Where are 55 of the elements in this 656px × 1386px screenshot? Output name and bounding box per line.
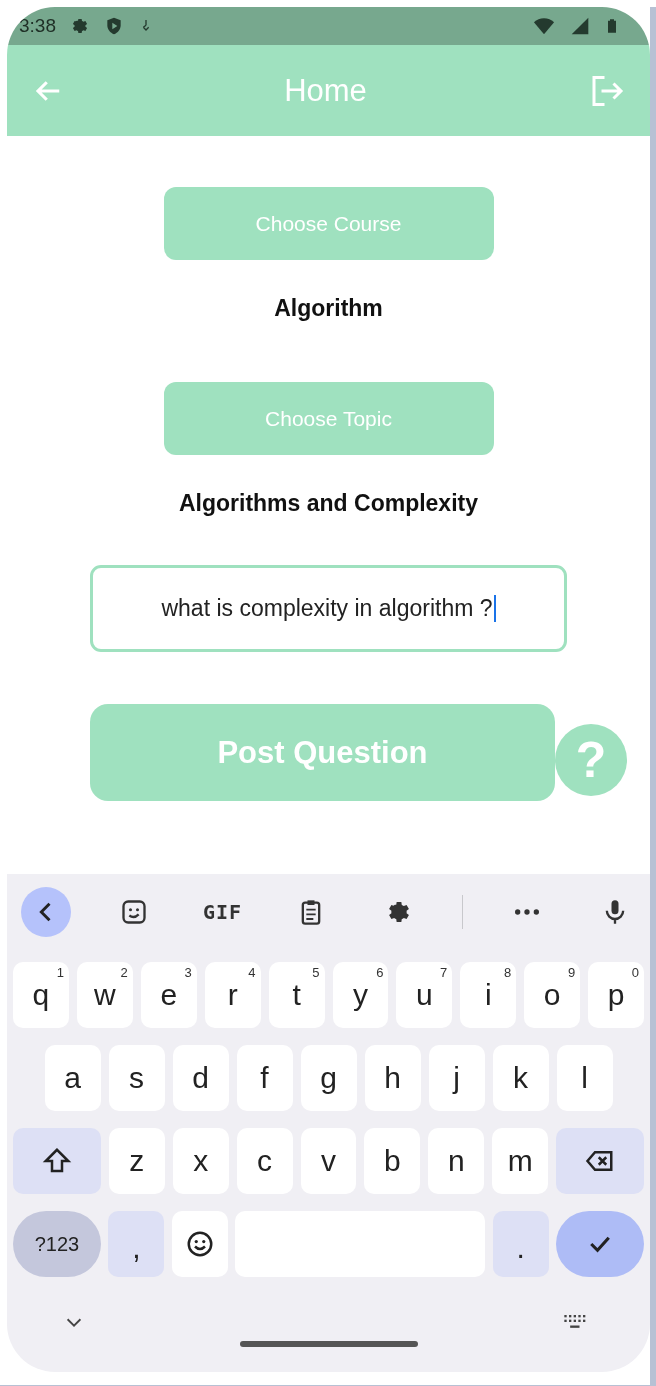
letter-key[interactable]: k [492,1045,549,1111]
screen-title: Home [284,72,367,109]
key-hint: 5 [312,965,320,980]
letter-key[interactable]: x [172,1128,229,1194]
more-icon [512,908,541,916]
selected-course: Algorithm [274,295,383,322]
punctuation-key[interactable]: . [492,1211,549,1277]
key-hint: 0 [631,965,640,980]
letter-key[interactable]: e 3 [140,962,197,1028]
letter-key[interactable]: j [428,1045,485,1111]
letter-key[interactable]: y 6 [332,962,389,1028]
letter-key[interactable]: b [364,1128,421,1194]
letter-key[interactable]: h [364,1045,421,1111]
emoji-key[interactable] [171,1211,228,1277]
letter-key[interactable]: w 2 [76,962,133,1028]
backspace-key[interactable] [556,1128,644,1194]
key-hint: 1 [56,965,64,980]
letter-key[interactable]: l [556,1045,613,1111]
key-hint: 7 [440,965,448,980]
shift-key[interactable] [13,1128,101,1194]
letter-key[interactable]: c [236,1128,293,1194]
key-hint: 4 [248,965,256,980]
symbols-key[interactable]: ?123 [13,1211,101,1277]
letter-key[interactable]: g [300,1045,357,1111]
collapse-button[interactable] [21,887,71,937]
letter-key[interactable]: v [300,1128,357,1194]
sticker-icon [120,898,149,926]
letter-key[interactable]: r 4 [204,962,261,1028]
letter-key[interactable]: t 5 [268,962,325,1028]
key-hint: 3 [184,965,192,980]
letter-key[interactable]: i 8 [460,962,517,1028]
wifi-icon [532,15,556,37]
question-field[interactable]: what is complexity in algorithm ? [90,565,567,652]
letter-key[interactable]: d [172,1045,229,1111]
letter-key[interactable]: o 9 [524,962,581,1028]
signal-icon [570,16,590,36]
letter-key[interactable]: p 0 [588,962,645,1028]
selected-topic: Algorithms and Complexity [178,490,478,517]
key-hint: 8 [504,965,512,980]
letter-key[interactable]: q 1 [12,962,69,1028]
letter-key[interactable]: f [236,1045,293,1111]
letter-key[interactable]: n [428,1128,485,1194]
key-hint: 2 [120,965,128,980]
letter-key[interactable]: u 7 [396,962,453,1028]
letter-key[interactable]: a [44,1045,101,1111]
shield-icon [104,16,124,36]
letter-key[interactable]: s [108,1045,165,1111]
letter-key[interactable]: z [108,1128,165,1194]
key-hint: 9 [567,965,576,980]
letter-key[interactable]: m [492,1128,549,1194]
key-hint: 6 [376,965,384,980]
punctuation-key[interactable]: , [108,1211,165,1277]
gear-icon [70,16,90,36]
gif-button[interactable]: GIF [197,887,248,937]
status-time: 3:38 [19,15,56,37]
